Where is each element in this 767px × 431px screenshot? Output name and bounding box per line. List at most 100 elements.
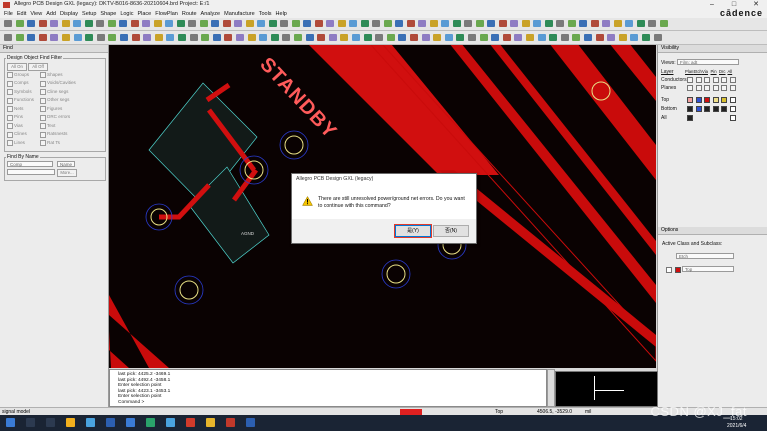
toolbar-button-icon[interactable]	[510, 20, 518, 27]
toolbar-button-icon[interactable]	[73, 34, 82, 41]
toolbar-button-icon[interactable]	[386, 34, 395, 41]
toolbar-button-icon[interactable]	[211, 20, 219, 27]
toolbar-button-icon[interactable]	[4, 20, 12, 27]
toolbar-button-icon[interactable]	[544, 20, 553, 27]
find-checkbox[interactable]	[40, 89, 46, 95]
subclass-select[interactable]: Top	[682, 266, 734, 272]
menu-manufacture[interactable]: Manufacture	[224, 11, 255, 17]
toolbar-button-icon[interactable]	[305, 34, 314, 41]
toolbar-button-icon[interactable]	[143, 34, 152, 41]
toolbar-button-icon[interactable]	[222, 20, 231, 27]
find-name-input[interactable]	[7, 169, 55, 175]
more-button[interactable]: More...	[57, 169, 77, 177]
all-on-button[interactable]: All On	[7, 63, 27, 71]
find-checkbox[interactable]	[7, 140, 13, 146]
find-checkbox[interactable]	[7, 97, 13, 104]
command-console[interactable]: last pick: 4425.2 -3469.1 last pick: 4492…	[109, 369, 547, 407]
find-checkbox[interactable]	[7, 106, 13, 112]
visibility-toggle[interactable]	[695, 77, 702, 83]
toolbar-button-icon[interactable]	[487, 20, 495, 27]
toolbar-button-icon[interactable]	[340, 34, 349, 41]
toolbar-button-icon[interactable]	[50, 34, 59, 41]
toolbar-button-icon[interactable]	[659, 20, 668, 27]
find-checkbox[interactable]	[40, 72, 46, 78]
toolbar-button-icon[interactable]	[653, 34, 662, 41]
toolbar-button-icon[interactable]	[245, 20, 254, 27]
menu-logic[interactable]: Logic	[120, 11, 133, 17]
toolbar-button-icon[interactable]	[395, 20, 403, 27]
toolbar-button-icon[interactable]	[247, 34, 256, 41]
toolbar-button-icon[interactable]	[625, 20, 633, 27]
visibility-toggle[interactable]	[704, 77, 710, 83]
toolbar-button-icon[interactable]	[38, 34, 47, 41]
toolbar-button-icon[interactable]	[383, 20, 392, 27]
toolbar-button-icon[interactable]	[498, 20, 507, 27]
toolbar-button-icon[interactable]	[165, 20, 173, 27]
toolbar-button-icon[interactable]	[257, 20, 265, 27]
toolbar-button-icon[interactable]	[96, 20, 104, 27]
subclass-color-swatch[interactable]	[675, 267, 681, 273]
toolbar-button-icon[interactable]	[618, 34, 627, 41]
toolbar-button-icon[interactable]	[572, 34, 581, 41]
toolbar-button-icon[interactable]	[456, 34, 465, 41]
allegro-taskbar-icon[interactable]	[226, 418, 235, 427]
toolbar-button-icon[interactable]	[326, 20, 334, 27]
toolbar-button-icon[interactable]	[549, 34, 558, 41]
find-checkbox[interactable]	[40, 131, 46, 138]
find-mode-select[interactable]: Name	[57, 161, 75, 167]
toolbar-button-icon[interactable]	[526, 34, 534, 41]
toolbar-button-icon[interactable]	[349, 20, 357, 27]
toolbar-button-icon[interactable]	[579, 20, 587, 27]
toolbar-button-icon[interactable]	[303, 20, 311, 27]
toolbar-button-icon[interactable]	[584, 34, 592, 41]
toolbar-button-icon[interactable]	[433, 34, 442, 41]
toolbar-button-icon[interactable]	[363, 34, 372, 41]
toolbar-button-icon[interactable]	[636, 20, 645, 27]
toolbar-button-icon[interactable]	[468, 34, 476, 41]
menu-tools[interactable]: Tools	[259, 11, 272, 17]
toolbar-button-icon[interactable]	[375, 34, 384, 41]
app-icon-2[interactable]	[106, 418, 115, 427]
toolbar-button-icon[interactable]	[259, 34, 268, 41]
toolbar-button-icon[interactable]	[360, 20, 369, 27]
toolbar-button-icon[interactable]	[648, 20, 656, 27]
toolbar-button-icon[interactable]	[521, 20, 530, 27]
menu-add[interactable]: Add	[46, 11, 56, 17]
no-button[interactable]: 否(N)	[433, 225, 469, 237]
toolbar-button-icon[interactable]	[270, 34, 279, 41]
toolbar-button-icon[interactable]	[314, 20, 323, 27]
menu-view[interactable]: View	[30, 11, 42, 17]
toolbar-button-icon[interactable]	[418, 20, 426, 27]
find-type-select[interactable]: Comp	[7, 161, 53, 167]
toolbar-button-icon[interactable]	[236, 34, 244, 41]
toolbar-button-icon[interactable]	[268, 20, 277, 27]
toolbar-button-icon[interactable]	[61, 20, 70, 27]
toolbar-button-icon[interactable]	[131, 34, 140, 41]
toolbar-button-icon[interactable]	[567, 20, 576, 27]
start-icon[interactable]	[6, 418, 15, 427]
toolbar-button-icon[interactable]	[15, 20, 24, 27]
menu-flowplan[interactable]: FlowPlan	[155, 11, 178, 17]
find-checkbox[interactable]	[40, 114, 46, 121]
toolbar-button-icon[interactable]	[201, 34, 210, 41]
toolbar-button-icon[interactable]	[50, 20, 58, 27]
toolbar-button-icon[interactable]	[502, 34, 511, 41]
visibility-toggle[interactable]	[695, 85, 702, 91]
toolbar-button-icon[interactable]	[178, 34, 186, 41]
all-off-button[interactable]: All Off	[28, 63, 48, 71]
toolbar-button-icon[interactable]	[153, 20, 162, 27]
toolbar-button-icon[interactable]	[352, 34, 360, 41]
visibility-toggle[interactable]	[704, 97, 710, 103]
toolbar-button-icon[interactable]	[328, 34, 337, 41]
toolbar-button-icon[interactable]	[372, 20, 380, 27]
toolbar-button-icon[interactable]	[642, 34, 650, 41]
visibility-toggle[interactable]	[712, 106, 719, 112]
toolbar-button-icon[interactable]	[406, 20, 415, 27]
views-select[interactable]: Film: adt	[677, 59, 739, 65]
toolbar-button-icon[interactable]	[27, 20, 35, 27]
toolbar-button-icon[interactable]	[537, 34, 546, 41]
toolbar-button-icon[interactable]	[212, 34, 221, 41]
menu-place[interactable]: Place	[137, 11, 151, 17]
toolbar-button-icon[interactable]	[491, 34, 500, 41]
visibility-toggle[interactable]	[729, 97, 736, 103]
